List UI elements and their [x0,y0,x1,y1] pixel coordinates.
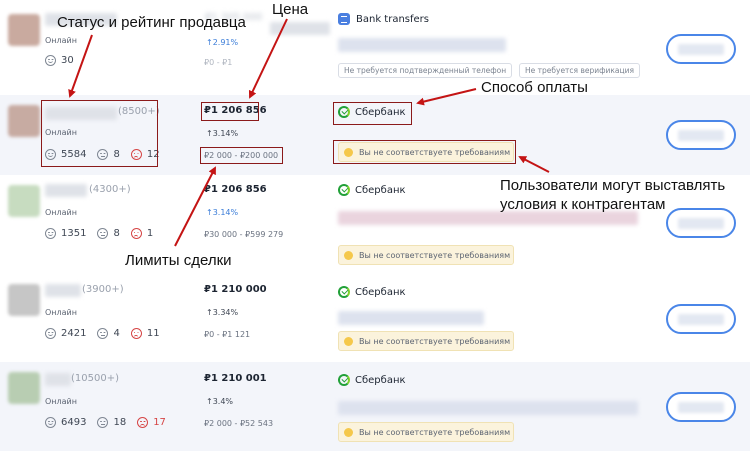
payment-method: Сбербанк [338,184,406,196]
annotation-seller-status: Статус и рейтинг продавца [57,14,246,31]
annotation-price: Цена [272,1,309,18]
trade-count: (10500+) [71,373,119,384]
sberbank-logo-icon [338,184,350,196]
price-change: ↑3.34% [206,308,239,317]
payment-method: Сбербанк [338,374,406,386]
annotation-limits: Лимиты сделки [125,252,232,269]
online-status: Онлайн [45,397,77,406]
seller-rating: 1351 8 1 [45,228,164,239]
deal-limits: ₽2 000 - ₽52 543 [204,419,274,428]
online-status: Онлайн [45,308,77,317]
price-change: ↑3.4% [206,397,234,406]
buy-button[interactable] [666,208,736,238]
requirement-notice: Вы не соответствуете требованиям [338,422,514,442]
seller-avatar [8,14,40,46]
price-value: ₽1 210 000 [204,284,267,295]
price-change: ↑3.14% [206,208,239,217]
sberbank-logo-icon [338,374,350,386]
online-status: Онлайн [45,208,77,217]
warning-dot-icon [344,336,353,346]
tag-no-verification: Не требуется верификация [519,63,641,78]
positive-face-icon [45,55,56,66]
seller-name [45,373,71,386]
requirement-highlight [333,140,516,164]
price-extra-blur [270,22,330,35]
limits-highlight [200,147,283,164]
negative-face-icon [130,228,142,239]
offer-description [338,38,506,52]
seller-rating: 2421 4 11 [45,328,171,339]
payment-method: Сбербанк [338,286,406,298]
payment-method: Bank transfers [338,13,429,25]
deal-limits: ₽0 - ₽1 [204,58,233,67]
price-change: ↑2.91% [206,38,239,47]
neutral-face-icon [97,328,109,339]
annotation-conditions-1: Пользователи могут выставлять [500,177,726,194]
requirement-notice: Вы не соответствуете требованиям [338,245,514,265]
tag-no-phone: Не требуется подтвержденный телефон [338,63,513,78]
seller-name [45,284,81,297]
positive-face-icon [45,228,56,239]
offer-description [338,211,638,225]
price-value: ₽1 210 001 [204,373,267,384]
neutral-face-icon [97,417,109,428]
deal-limits: ₽30 000 - ₽599 279 [204,230,284,239]
warning-dot-icon [344,250,353,260]
neutral-face-icon [97,228,109,239]
seller-avatar [8,284,40,316]
online-status: Онлайн [45,36,77,45]
buy-button[interactable] [666,120,736,150]
bank-transfer-icon [338,13,350,25]
positive-face-icon [45,417,56,428]
negative-face-icon [130,328,142,339]
negative-face-icon [137,417,149,428]
seller-rating: 30 [45,55,85,66]
seller-name [45,184,87,197]
annotation-conditions-2: условия к контрагентам [500,196,666,213]
price-highlight [201,102,259,121]
payment-highlight [333,102,412,125]
offer-description [338,311,484,325]
requirement-notice: Вы не соответствуете требованиям [338,331,514,351]
seller-avatar [8,185,40,217]
price-change: ↑3.14% [206,129,239,138]
seller-avatar [8,105,40,137]
buy-button[interactable] [666,34,736,64]
sberbank-logo-icon [338,286,350,298]
deal-limits: ₽0 - ₽1 121 [204,330,251,339]
seller-avatar [8,372,40,404]
seller-rating: 6493 18 17 [45,417,177,428]
offer-row: (10500+) Онлайн 6493 18 17 ₽1 210 001 ↑3… [0,362,750,451]
annotation-payment-method: Способ оплаты [481,79,588,96]
warning-dot-icon [344,427,353,437]
buy-button[interactable] [666,392,736,422]
trade-count: (4300+) [89,184,131,195]
trade-count: (3900+) [82,284,124,295]
buy-button[interactable] [666,304,736,334]
offer-row: (3900+) Онлайн 2421 4 11 ₽1 210 000 ↑3.3… [0,272,750,362]
positive-face-icon [45,328,56,339]
offer-description [338,401,638,415]
seller-rating-highlight [41,100,158,167]
price-value: ₽1 206 856 [204,184,267,195]
